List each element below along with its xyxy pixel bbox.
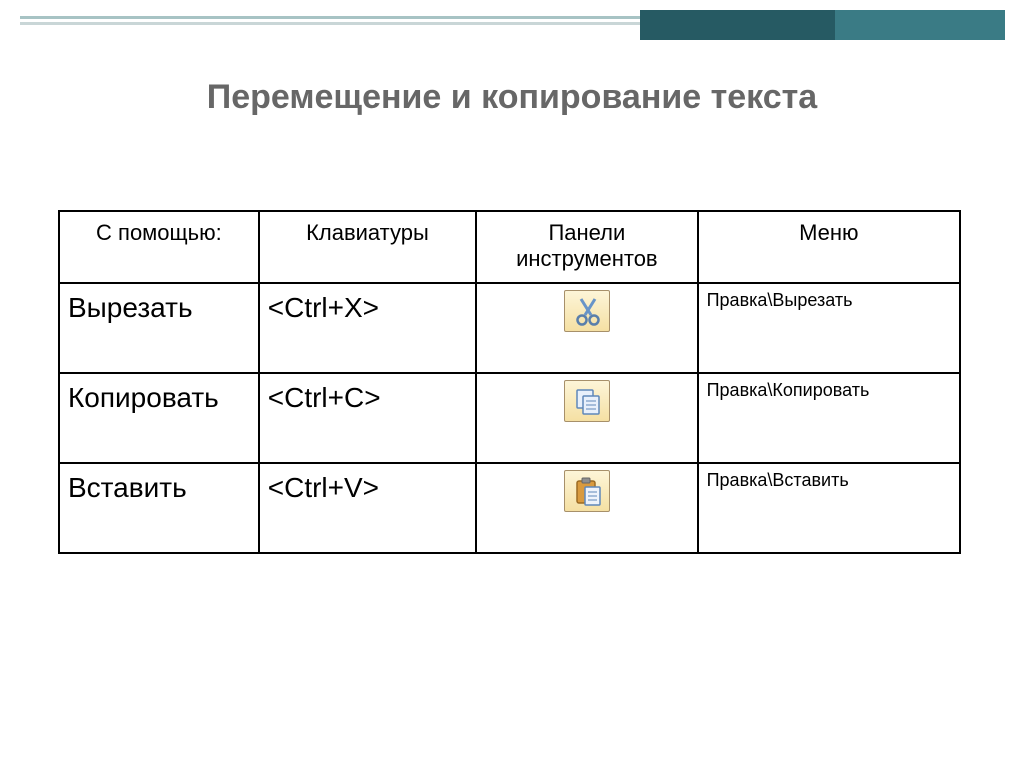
toolbar-icon-cell bbox=[476, 283, 697, 373]
shortcut-label: <Ctrl+V> bbox=[259, 463, 476, 553]
menu-path: Правка\Вставить bbox=[698, 463, 960, 553]
action-label: Вырезать bbox=[59, 283, 259, 373]
header-col2: Клавиатуры bbox=[259, 211, 476, 283]
toolbar-icon-cell bbox=[476, 463, 697, 553]
slide-title: Перемещение и копирование текста bbox=[0, 78, 1024, 117]
decorative-top-bar bbox=[0, 10, 1024, 40]
menu-path: Правка\Вырезать bbox=[698, 283, 960, 373]
header-col3: Панели инструментов bbox=[476, 211, 697, 283]
table-row: Вырезать <Ctrl+X> Правка\Вырезать bbox=[59, 283, 960, 373]
toolbar-icon-cell bbox=[476, 373, 697, 463]
paste-icon bbox=[564, 470, 610, 512]
header-col1: С помощью: bbox=[59, 211, 259, 283]
shortcut-label: <Ctrl+X> bbox=[259, 283, 476, 373]
action-label: Вставить bbox=[59, 463, 259, 553]
shortcut-label: <Ctrl+C> bbox=[259, 373, 476, 463]
table-row: Копировать <Ctrl+C> Правка\Копировать bbox=[59, 373, 960, 463]
header-col4: Меню bbox=[698, 211, 960, 283]
menu-path: Правка\Копировать bbox=[698, 373, 960, 463]
shortcuts-table: С помощью: Клавиатуры Панели инструменто… bbox=[58, 210, 961, 554]
table-row: Вставить <Ctrl+V> Правка\Вставить bbox=[59, 463, 960, 553]
table-header-row: С помощью: Клавиатуры Панели инструменто… bbox=[59, 211, 960, 283]
action-label: Копировать bbox=[59, 373, 259, 463]
cut-icon bbox=[564, 290, 610, 332]
copy-icon bbox=[564, 380, 610, 422]
